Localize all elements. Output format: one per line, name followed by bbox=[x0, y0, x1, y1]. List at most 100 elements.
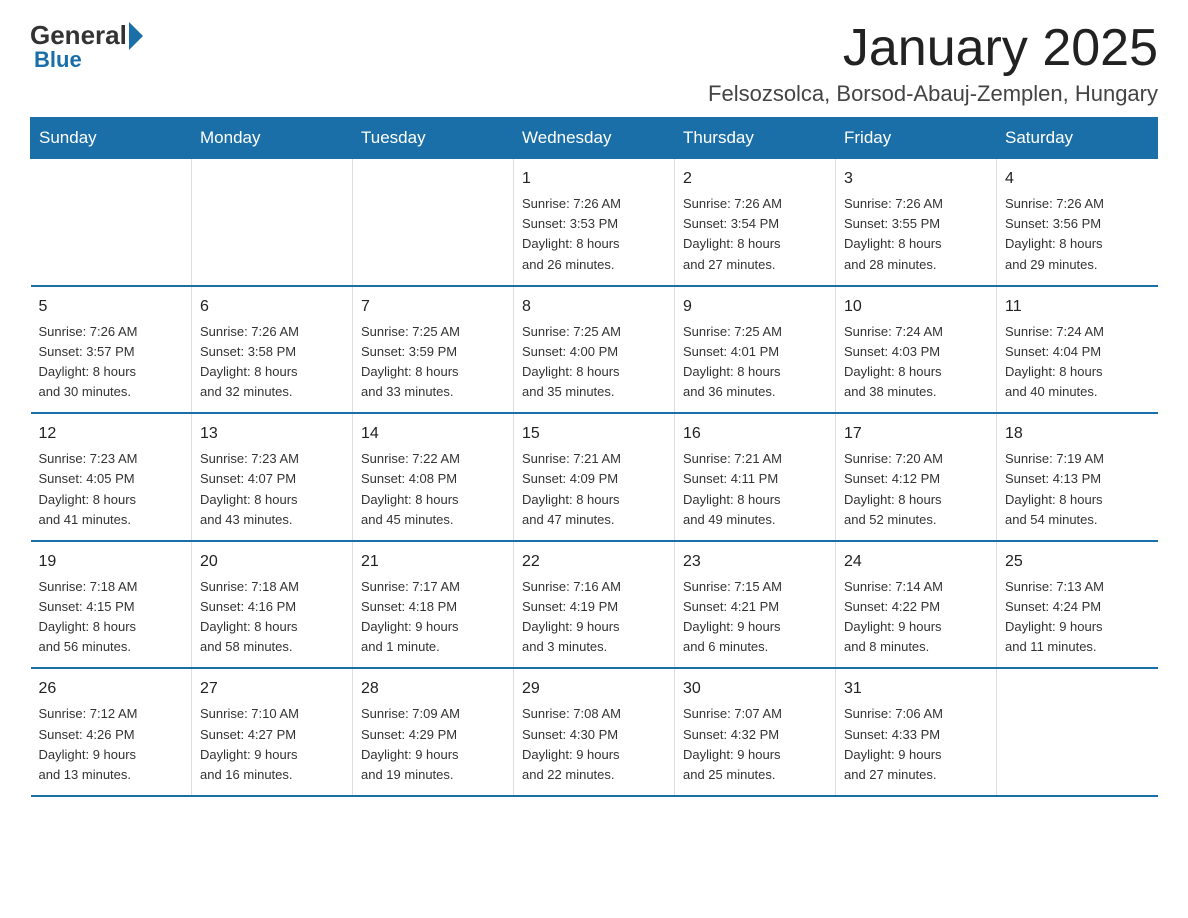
weekday-header-tuesday: Tuesday bbox=[353, 118, 514, 159]
calendar-cell: 18 Sunrise: 7:19 AMSunset: 4:13 PMDayligh… bbox=[997, 413, 1158, 541]
day-info: Sunrise: 7:24 AMSunset: 4:03 PMDaylight:… bbox=[844, 322, 988, 403]
logo-blue-text: Blue bbox=[30, 47, 82, 73]
calendar-cell bbox=[997, 668, 1158, 796]
calendar-week-3: 12 Sunrise: 7:23 AMSunset: 4:05 PMDayligh… bbox=[31, 413, 1158, 541]
day-number: 13 bbox=[200, 422, 344, 446]
calendar-cell: 2 Sunrise: 7:26 AMSunset: 3:54 PMDaylight… bbox=[675, 159, 836, 286]
day-number: 31 bbox=[844, 677, 988, 701]
day-number: 27 bbox=[200, 677, 344, 701]
calendar-cell: 21Sunrise: 7:17 AMSunset: 4:18 PMDayligh… bbox=[353, 541, 514, 669]
day-number: 6 bbox=[200, 295, 344, 319]
day-number: 23 bbox=[683, 550, 827, 574]
day-info: Sunrise: 7:12 AMSunset: 4:26 PMDaylight:… bbox=[39, 704, 184, 785]
day-info: Sunrise: 7:26 AMSunset: 3:54 PMDaylight:… bbox=[683, 194, 827, 275]
day-number: 9 bbox=[683, 295, 827, 319]
calendar-cell: 29Sunrise: 7:08 AMSunset: 4:30 PMDayligh… bbox=[514, 668, 675, 796]
day-info: Sunrise: 7:17 AMSunset: 4:18 PMDaylight:… bbox=[361, 577, 505, 658]
day-number: 15 bbox=[522, 422, 666, 446]
day-info: Sunrise: 7:25 AMSunset: 3:59 PMDaylight:… bbox=[361, 322, 505, 403]
day-info: Sunrise: 7:18 AMSunset: 4:16 PMDaylight:… bbox=[200, 577, 344, 658]
day-info: Sunrise: 7:18 AMSunset: 4:15 PMDaylight:… bbox=[39, 577, 184, 658]
calendar-week-4: 19 Sunrise: 7:18 AMSunset: 4:15 PMDayligh… bbox=[31, 541, 1158, 669]
calendar-cell: 25Sunrise: 7:13 AMSunset: 4:24 PMDayligh… bbox=[997, 541, 1158, 669]
calendar-table: SundayMondayTuesdayWednesdayThursdayFrid… bbox=[30, 117, 1158, 797]
calendar-cell: 10 Sunrise: 7:24 AMSunset: 4:03 PMDayligh… bbox=[836, 286, 997, 414]
calendar-week-2: 5 Sunrise: 7:26 AMSunset: 3:57 PMDaylight… bbox=[31, 286, 1158, 414]
day-info: Sunrise: 7:20 AMSunset: 4:12 PMDaylight:… bbox=[844, 449, 988, 530]
day-number: 5 bbox=[39, 295, 184, 319]
calendar-cell: 5 Sunrise: 7:26 AMSunset: 3:57 PMDaylight… bbox=[31, 286, 192, 414]
day-info: Sunrise: 7:26 AMSunset: 3:58 PMDaylight:… bbox=[200, 322, 344, 403]
day-info: Sunrise: 7:19 AMSunset: 4:13 PMDaylight:… bbox=[1005, 449, 1150, 530]
day-number: 2 bbox=[683, 167, 827, 191]
day-info: Sunrise: 7:09 AMSunset: 4:29 PMDaylight:… bbox=[361, 704, 505, 785]
calendar-week-1: 1 Sunrise: 7:26 AMSunset: 3:53 PMDaylight… bbox=[31, 159, 1158, 286]
day-info: Sunrise: 7:07 AMSunset: 4:32 PMDaylight:… bbox=[683, 704, 827, 785]
day-info: Sunrise: 7:25 AMSunset: 4:00 PMDaylight:… bbox=[522, 322, 666, 403]
day-number: 18 bbox=[1005, 422, 1150, 446]
calendar-cell: 9 Sunrise: 7:25 AMSunset: 4:01 PMDaylight… bbox=[675, 286, 836, 414]
day-number: 14 bbox=[361, 422, 505, 446]
weekday-header-thursday: Thursday bbox=[675, 118, 836, 159]
calendar-cell: 13Sunrise: 7:23 AMSunset: 4:07 PMDayligh… bbox=[192, 413, 353, 541]
day-info: Sunrise: 7:26 AMSunset: 3:55 PMDaylight:… bbox=[844, 194, 988, 275]
calendar-cell: 17 Sunrise: 7:20 AMSunset: 4:12 PMDayligh… bbox=[836, 413, 997, 541]
logo: General Blue bbox=[30, 20, 145, 73]
day-number: 25 bbox=[1005, 550, 1150, 574]
calendar-cell bbox=[353, 159, 514, 286]
calendar-cell: 20 Sunrise: 7:18 AMSunset: 4:16 PMDayligh… bbox=[192, 541, 353, 669]
calendar-cell: 19 Sunrise: 7:18 AMSunset: 4:15 PMDayligh… bbox=[31, 541, 192, 669]
calendar-cell: 27 Sunrise: 7:10 AMSunset: 4:27 PMDayligh… bbox=[192, 668, 353, 796]
day-number: 28 bbox=[361, 677, 505, 701]
day-info: Sunrise: 7:26 AMSunset: 3:57 PMDaylight:… bbox=[39, 322, 184, 403]
page-subtitle: Felsozsolca, Borsod-Abauj-Zemplen, Hunga… bbox=[708, 81, 1158, 107]
day-number: 29 bbox=[522, 677, 666, 701]
day-info: Sunrise: 7:23 AMSunset: 4:05 PMDaylight:… bbox=[39, 449, 184, 530]
calendar-cell: 8 Sunrise: 7:25 AMSunset: 4:00 PMDaylight… bbox=[514, 286, 675, 414]
weekday-header-monday: Monday bbox=[192, 118, 353, 159]
day-number: 3 bbox=[844, 167, 988, 191]
day-number: 7 bbox=[361, 295, 505, 319]
day-number: 30 bbox=[683, 677, 827, 701]
day-info: Sunrise: 7:10 AMSunset: 4:27 PMDaylight:… bbox=[200, 704, 344, 785]
calendar-cell: 26Sunrise: 7:12 AMSunset: 4:26 PMDayligh… bbox=[31, 668, 192, 796]
day-info: Sunrise: 7:21 AMSunset: 4:09 PMDaylight:… bbox=[522, 449, 666, 530]
day-info: Sunrise: 7:06 AMSunset: 4:33 PMDaylight:… bbox=[844, 704, 988, 785]
calendar-cell: 7 Sunrise: 7:25 AMSunset: 3:59 PMDaylight… bbox=[353, 286, 514, 414]
day-number: 24 bbox=[844, 550, 988, 574]
calendar-week-5: 26Sunrise: 7:12 AMSunset: 4:26 PMDayligh… bbox=[31, 668, 1158, 796]
day-number: 4 bbox=[1005, 167, 1150, 191]
day-info: Sunrise: 7:25 AMSunset: 4:01 PMDaylight:… bbox=[683, 322, 827, 403]
day-number: 22 bbox=[522, 550, 666, 574]
calendar-cell: 3 Sunrise: 7:26 AMSunset: 3:55 PMDaylight… bbox=[836, 159, 997, 286]
logo-triangle-icon bbox=[129, 22, 143, 50]
day-info: Sunrise: 7:16 AMSunset: 4:19 PMDaylight:… bbox=[522, 577, 666, 658]
calendar-cell: 30 Sunrise: 7:07 AMSunset: 4:32 PMDayligh… bbox=[675, 668, 836, 796]
calendar-cell: 15 Sunrise: 7:21 AMSunset: 4:09 PMDayligh… bbox=[514, 413, 675, 541]
weekday-header-sunday: Sunday bbox=[31, 118, 192, 159]
day-number: 11 bbox=[1005, 295, 1150, 319]
day-number: 10 bbox=[844, 295, 988, 319]
page-title: January 2025 bbox=[708, 20, 1158, 77]
calendar-header-row: SundayMondayTuesdayWednesdayThursdayFrid… bbox=[31, 118, 1158, 159]
page-header: General Blue January 2025 Felsozsolca, B… bbox=[30, 20, 1158, 107]
day-number: 19 bbox=[39, 550, 184, 574]
day-info: Sunrise: 7:21 AMSunset: 4:11 PMDaylight:… bbox=[683, 449, 827, 530]
calendar-cell: 11Sunrise: 7:24 AMSunset: 4:04 PMDayligh… bbox=[997, 286, 1158, 414]
calendar-cell: 4Sunrise: 7:26 AMSunset: 3:56 PMDaylight… bbox=[997, 159, 1158, 286]
calendar-cell bbox=[31, 159, 192, 286]
weekday-header-wednesday: Wednesday bbox=[514, 118, 675, 159]
title-block: January 2025 Felsozsolca, Borsod-Abauj-Z… bbox=[708, 20, 1158, 107]
day-info: Sunrise: 7:26 AMSunset: 3:53 PMDaylight:… bbox=[522, 194, 666, 275]
day-info: Sunrise: 7:14 AMSunset: 4:22 PMDaylight:… bbox=[844, 577, 988, 658]
calendar-cell bbox=[192, 159, 353, 286]
calendar-cell: 28 Sunrise: 7:09 AMSunset: 4:29 PMDayligh… bbox=[353, 668, 514, 796]
day-number: 8 bbox=[522, 295, 666, 319]
day-number: 1 bbox=[522, 167, 666, 191]
calendar-cell: 24 Sunrise: 7:14 AMSunset: 4:22 PMDayligh… bbox=[836, 541, 997, 669]
day-number: 17 bbox=[844, 422, 988, 446]
day-number: 20 bbox=[200, 550, 344, 574]
calendar-cell: 22 Sunrise: 7:16 AMSunset: 4:19 PMDayligh… bbox=[514, 541, 675, 669]
weekday-header-saturday: Saturday bbox=[997, 118, 1158, 159]
day-number: 12 bbox=[39, 422, 184, 446]
